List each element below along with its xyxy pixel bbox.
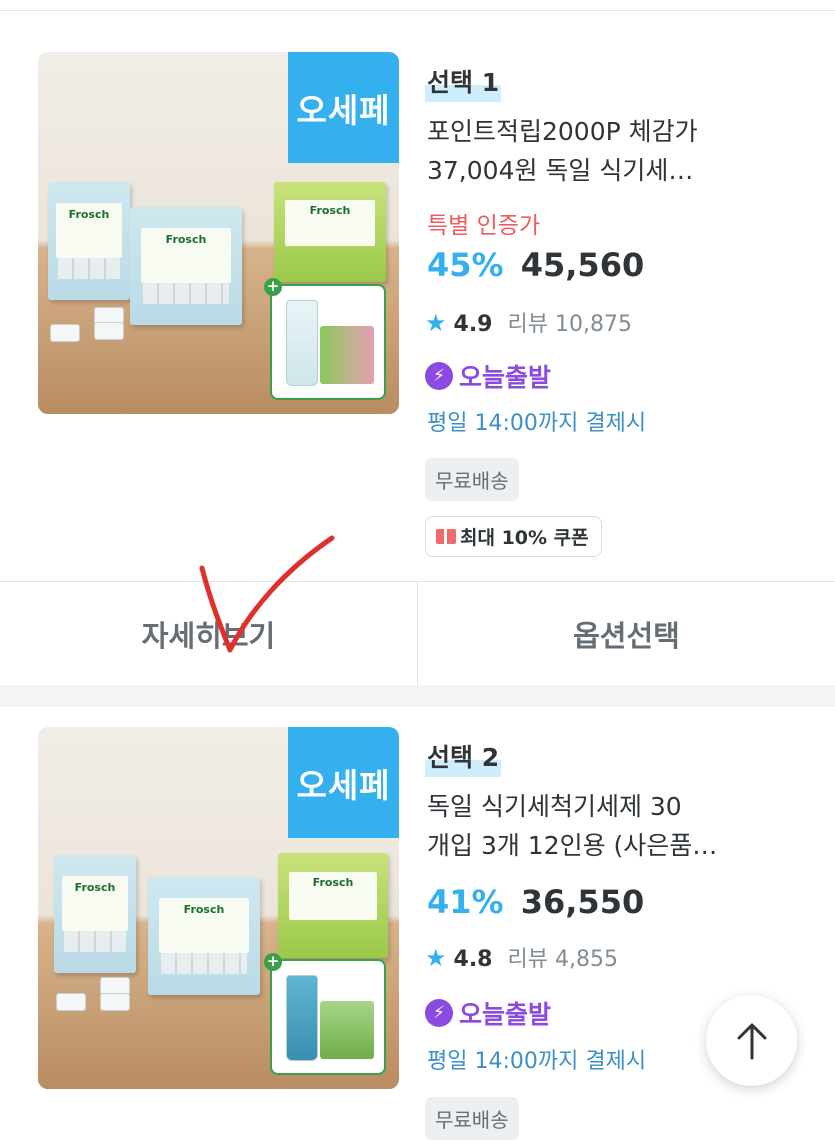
detergent-box-baking-soda: Frosch — [130, 207, 242, 325]
product-title[interactable]: 독일 식기세척기세제 30 개입 3개 12인용 (사은품… — [427, 787, 767, 865]
liquid-bottle — [286, 975, 318, 1061]
gift-inset: + — [264, 953, 386, 1075]
today-shipping-badge: ⚡ 오늘출발 — [425, 358, 551, 394]
option-label: 선택 2 — [425, 739, 502, 777]
product-title[interactable]: 포인트적립2000P 체감가 37,004원 독일 식기세… — [427, 112, 767, 190]
price-row: 41% 36,550 — [427, 883, 644, 921]
detergent-box-baking-soda: Frosch — [148, 877, 260, 995]
rating-row: ★ 4.9 리뷰 10,875 — [425, 306, 632, 338]
option-select-button[interactable]: 옵션선택 — [418, 582, 835, 686]
dishwasher-tablet — [100, 993, 130, 1011]
detergent-box-blue: Frosch — [48, 182, 130, 300]
review-count: 리뷰 10,875 — [507, 312, 632, 337]
top-divider — [0, 10, 835, 11]
coupon-icon — [436, 529, 456, 544]
product-image[interactable]: Frosch Frosch Frosch 오세페 + — [38, 52, 399, 414]
shipping-deadline: 평일 14:00까지 결제시 — [427, 1049, 647, 1074]
star-icon: ★ — [425, 944, 447, 972]
discount-rate: 45% — [427, 246, 504, 284]
star-icon: ★ — [425, 309, 447, 337]
special-price-label: 특별 인증가 — [427, 213, 541, 239]
arrow-up-icon — [737, 1023, 766, 1059]
coupon-chip[interactable]: 최대 10% 쿠폰 — [425, 516, 602, 557]
gift-pack — [320, 326, 374, 384]
price: 36,550 — [520, 883, 645, 921]
dishwasher-tablet — [50, 324, 80, 342]
dishwasher-tablet — [56, 993, 86, 1011]
product-image[interactable]: Frosch Frosch Frosch 오세페 + — [38, 727, 399, 1089]
detergent-box-blue: Frosch — [54, 855, 136, 973]
review-count: 리뷰 4,855 — [507, 947, 618, 972]
discount-rate: 41% — [427, 883, 504, 921]
plus-icon: + — [264, 953, 282, 971]
rating-row: ★ 4.8 리뷰 4,855 — [425, 941, 618, 973]
detail-view-button[interactable]: 자세히보기 — [0, 582, 417, 686]
rating-score: 4.8 — [453, 947, 493, 972]
price-row: 45% 45,560 — [427, 246, 644, 284]
gift-inset: + — [264, 278, 386, 400]
shipping-deadline: 평일 14:00까지 결제시 — [427, 411, 647, 436]
lightning-icon: ⚡ — [425, 362, 453, 390]
gift-pack — [320, 1001, 374, 1059]
dishwasher-tablet — [94, 322, 124, 340]
detergent-box-green-lemon: Frosch — [278, 853, 388, 958]
rating-score: 4.9 — [453, 312, 493, 337]
scroll-top-button[interactable] — [706, 995, 797, 1086]
price: 45,560 — [520, 246, 645, 284]
spray-bottle — [286, 300, 318, 386]
today-shipping-badge: ⚡ 오늘출발 — [425, 995, 551, 1031]
ose-badge: 오세페 — [288, 52, 399, 163]
detergent-box-green-lemon: Frosch — [274, 182, 386, 282]
plus-icon: + — [264, 278, 282, 296]
free-shipping-chip: 무료배송 — [425, 1097, 519, 1140]
ose-badge: 오세페 — [288, 727, 399, 838]
card-actions: 자세히보기 옵션선택 — [0, 581, 835, 686]
option-label: 선택 1 — [425, 64, 502, 102]
section-separator — [0, 685, 835, 707]
free-shipping-chip: 무료배송 — [425, 458, 519, 501]
lightning-icon: ⚡ — [425, 999, 453, 1027]
